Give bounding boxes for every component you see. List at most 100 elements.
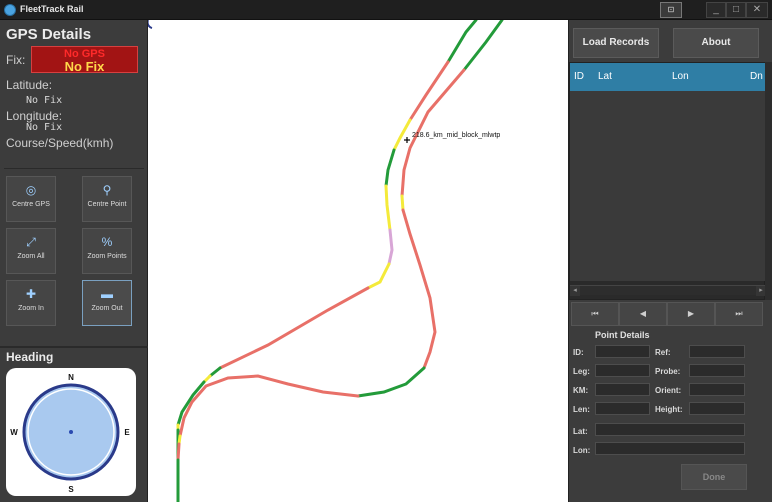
vertical-scrollbar[interactable] <box>765 62 772 300</box>
centre-point-label: Centre Point <box>87 201 127 208</box>
track-segment <box>176 442 181 462</box>
track-segment <box>400 194 405 212</box>
app-icon <box>4 4 16 16</box>
compass-north-label: N <box>68 373 74 382</box>
track-segment <box>356 366 426 398</box>
next-record-button[interactable]: ▶ <box>667 302 715 326</box>
plus-icon: ✚ <box>25 287 37 301</box>
records-table-header: ID Lat Lon Dn <box>570 63 766 91</box>
ref-label: Ref: <box>655 348 671 357</box>
maximize-button[interactable]: □ <box>726 2 746 18</box>
orient-field[interactable] <box>689 383 745 396</box>
latitude-label: Latitude: <box>6 78 53 92</box>
km-label: KM: <box>573 386 589 395</box>
column-header-id[interactable]: ID <box>574 71 584 82</box>
zoom-out-label: Zoom Out <box>91 305 123 312</box>
display-mode-button[interactable]: ⊡ <box>660 2 682 18</box>
zoom-all-button[interactable]: ⤢ Zoom All <box>6 228 56 274</box>
zoom-all-label: Zoom All <box>17 253 45 260</box>
zoom-all-icon: ⤢ <box>26 235 36 249</box>
close-button[interactable]: ✕ <box>746 2 768 18</box>
id-field[interactable] <box>595 345 650 358</box>
zoom-points-icon: % <box>101 235 113 249</box>
centre-gps-button[interactable]: ◎ Centre GPS <box>6 176 56 222</box>
gps-details-title: GPS Details <box>6 26 92 43</box>
height-label: Height: <box>655 405 683 414</box>
scroll-left-icon[interactable]: ◂ <box>570 286 580 296</box>
longitude-value: No Fix <box>26 122 63 133</box>
crosshair-icon: ◎ <box>25 183 37 197</box>
heading-title: Heading <box>6 350 54 364</box>
len-field[interactable] <box>595 402 650 415</box>
records-table-body[interactable] <box>570 91 766 281</box>
track-segment <box>218 286 370 370</box>
previous-record-button[interactable]: ◀ <box>619 302 667 326</box>
column-header-dn[interactable]: Dn <box>750 71 763 82</box>
load-records-button[interactable]: Load Records <box>573 28 659 58</box>
compass-center-dot <box>69 430 73 434</box>
leg-label: Leg: <box>573 367 590 376</box>
compass-dial: N S E W <box>10 373 130 494</box>
first-record-button[interactable]: ⏮ <box>571 302 619 326</box>
track-segment <box>384 184 392 232</box>
track-segment <box>178 374 360 438</box>
column-header-lat[interactable]: Lat <box>598 71 612 82</box>
window-title: FleetTrack Rail <box>20 4 84 14</box>
column-header-lon[interactable]: Lon <box>672 71 689 82</box>
orient-label: Orient: <box>655 386 682 395</box>
zoom-points-button[interactable]: % Zoom Points <box>82 228 132 274</box>
horizontal-scrollbar[interactable]: ◂ ▸ <box>570 285 766 296</box>
lat-field[interactable] <box>595 423 745 436</box>
centre-point-button[interactable]: ⚲ Centre Point <box>82 176 132 222</box>
latitude-value: No Fix <box>26 95 63 106</box>
track-segment <box>384 148 396 188</box>
zoom-in-button[interactable]: ✚ Zoom In <box>6 280 56 326</box>
km-field[interactable] <box>595 383 650 396</box>
lon-field[interactable] <box>595 442 745 455</box>
compass: N S E W <box>6 368 136 496</box>
done-button[interactable]: Done <box>681 464 747 490</box>
leg-field[interactable] <box>595 364 650 377</box>
waypoint-marker[interactable] <box>404 137 410 143</box>
len-label: Len: <box>573 405 590 414</box>
track-segment <box>392 118 412 152</box>
last-record-button[interactable]: ⏭ <box>715 302 763 326</box>
lon-label: Lon: <box>573 446 591 455</box>
zoom-points-label: Zoom Points <box>87 253 127 260</box>
track-segment <box>387 228 394 266</box>
map-edge-arc <box>148 20 153 29</box>
records-table[interactable]: ID Lat Lon Dn ◂ ▸ <box>569 62 766 300</box>
point-details-title: Point Details <box>595 330 650 340</box>
location-pin-icon: ⚲ <box>102 183 112 197</box>
zoom-out-button[interactable]: ▬ Zoom Out <box>82 280 132 326</box>
lat-label: Lat: <box>573 427 588 436</box>
id-label: ID: <box>573 348 584 357</box>
zoom-in-label: Zoom In <box>18 305 44 312</box>
centre-gps-label: Centre GPS <box>12 201 50 208</box>
map-view[interactable]: 218.6_km_mid_block_mlwtp <box>148 20 568 502</box>
course-speed-label: Course/Speed(kmh) <box>6 136 114 150</box>
right-panel: Load Records About ID Lat Lon Dn ◂ ▸ ⏮ ◀… <box>568 20 772 502</box>
minus-icon: ▬ <box>101 287 113 301</box>
track-segment <box>208 366 222 378</box>
divider <box>4 168 144 169</box>
waypoint-label: 218.6_km_mid_block_mlwtp <box>412 132 501 139</box>
compass-east-label: E <box>124 428 130 437</box>
compass-south-label: S <box>68 485 74 494</box>
left-panel: GPS Details Fix: No GPS No Fix Latitude:… <box>0 20 148 502</box>
minimize-button[interactable]: _ <box>706 2 726 18</box>
ref-field[interactable] <box>689 345 745 358</box>
fix-status-line2: No Fix <box>64 59 105 74</box>
about-button[interactable]: About <box>673 28 759 58</box>
probe-field[interactable] <box>689 364 745 377</box>
longitude-label: Longitude: <box>6 109 63 123</box>
track-segment <box>401 208 437 370</box>
height-field[interactable] <box>689 402 745 415</box>
fix-label: Fix: <box>6 53 26 67</box>
track-segment <box>366 262 391 290</box>
track-layer <box>148 20 504 502</box>
track-segment <box>446 20 478 64</box>
compass-west-label: W <box>10 428 18 437</box>
title-bar: FleetTrack Rail ⊡ _ □ ✕ <box>0 0 772 20</box>
divider <box>0 346 148 348</box>
